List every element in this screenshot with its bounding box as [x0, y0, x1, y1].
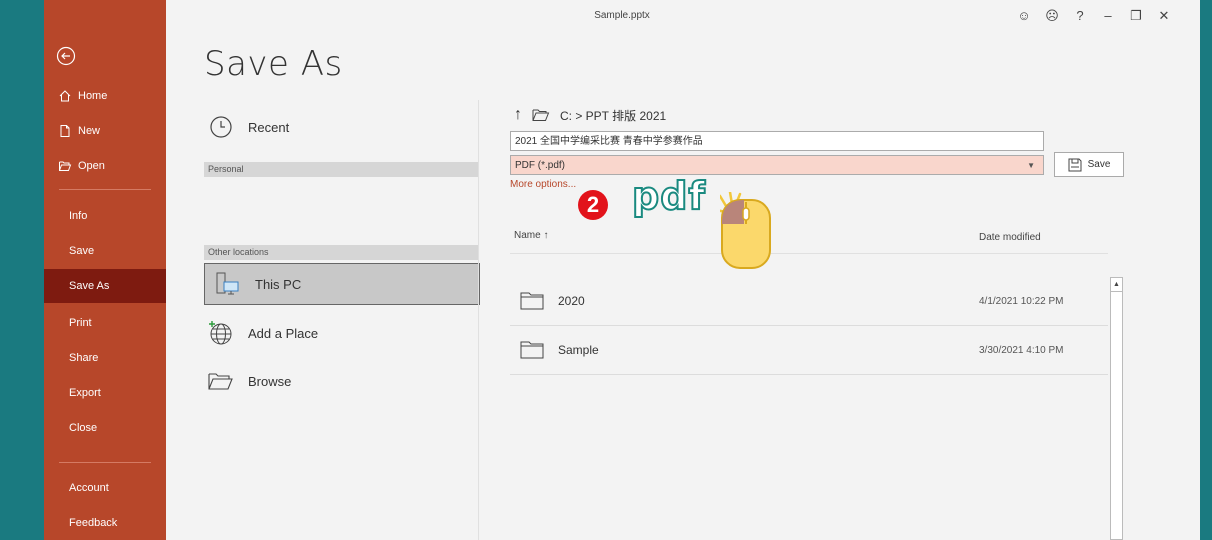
breadcrumb: ↑ C: > PPT 排版 2021	[514, 106, 666, 124]
location-add-place[interactable]: Add a Place	[206, 313, 318, 353]
smile-feedback-icon[interactable]: ☺	[1010, 6, 1038, 26]
nav-info[interactable]: Info	[44, 199, 166, 233]
save-button[interactable]: Save	[1054, 152, 1124, 177]
section-personal: Personal	[204, 162, 478, 177]
file-row[interactable]: 2020 4/1/2021 10:22 PM	[510, 278, 1108, 326]
location-recent-label: Recent	[248, 119, 290, 135]
computer-icon	[213, 269, 243, 299]
column-divider	[478, 100, 479, 540]
home-icon	[59, 90, 71, 102]
section-other-locations: Other locations	[204, 245, 478, 260]
nav-export[interactable]: Export	[44, 376, 166, 410]
nav-divider	[59, 462, 151, 463]
nav-home-label: Home	[78, 90, 108, 102]
filetype-select[interactable]: PDF (*.pdf) ▼	[510, 155, 1044, 175]
nav-close[interactable]: Close	[44, 411, 166, 445]
scroll-up-icon[interactable]: ▲	[1111, 278, 1122, 292]
clock-icon	[206, 112, 236, 142]
new-document-icon	[60, 125, 70, 138]
folder-icon	[520, 341, 544, 359]
location-browse[interactable]: Browse	[206, 361, 291, 401]
nav-new[interactable]: New	[44, 114, 166, 148]
file-name: 2020	[558, 294, 585, 308]
backstage-nav: Home New Open Info Save Save As Print Sh…	[44, 0, 166, 540]
file-date: 4/1/2021 10:22 PM	[979, 296, 1064, 307]
chevron-down-icon: ▼	[1027, 161, 1035, 170]
powerpoint-window: Home New Open Info Save Save As Print Sh…	[44, 0, 1200, 540]
minimize-button[interactable]: –	[1094, 6, 1122, 26]
nav-print[interactable]: Print	[44, 306, 166, 340]
browse-folder-icon	[206, 366, 236, 396]
nav-new-label: New	[78, 125, 101, 137]
nav-home[interactable]: Home	[44, 79, 166, 113]
page-title: Save As	[204, 44, 343, 84]
add-place-globe-icon	[206, 318, 236, 348]
save-icon	[1068, 158, 1082, 171]
step-badge: 2	[578, 190, 608, 220]
file-row[interactable]: Sample 3/30/2021 4:10 PM	[510, 327, 1108, 375]
nav-open[interactable]: Open	[44, 149, 166, 183]
title-bar-controls: ☺ ☹ ? – ❐ ✕	[1010, 6, 1178, 26]
save-button-label: Save	[1087, 159, 1111, 170]
file-name: Sample	[558, 343, 599, 357]
nav-account[interactable]: Account	[44, 471, 166, 505]
help-icon[interactable]: ?	[1066, 6, 1094, 26]
column-header-date[interactable]: Date modified	[979, 232, 1041, 243]
open-folder-icon	[59, 161, 72, 172]
back-arrow-icon[interactable]	[56, 46, 76, 66]
nav-save[interactable]: Save	[44, 234, 166, 268]
location-add-place-label: Add a Place	[248, 325, 319, 341]
nav-save-as[interactable]: Save As	[44, 269, 166, 303]
nav-divider	[59, 189, 151, 190]
folder-icon	[532, 109, 550, 121]
folder-icon	[520, 292, 544, 310]
more-options-link[interactable]: More options...	[510, 179, 576, 190]
filetype-value: PDF (*.pdf)	[515, 160, 566, 171]
scrollbar[interactable]: ▲	[1110, 277, 1123, 540]
nav-feedback[interactable]: Feedback	[44, 506, 166, 540]
breadcrumb-path[interactable]: C: > PPT 排版 2021	[560, 107, 666, 124]
location-this-pc[interactable]: This PC	[204, 263, 480, 305]
nav-share[interactable]: Share	[44, 341, 166, 375]
annotation-text: pdf	[631, 173, 706, 219]
close-button[interactable]: ✕	[1150, 6, 1178, 26]
mouse-click-icon	[720, 192, 771, 269]
location-browse-label: Browse	[248, 373, 292, 389]
location-recent[interactable]: Recent	[206, 107, 289, 147]
column-header-name[interactable]: Name ↑	[514, 230, 548, 241]
up-arrow-icon[interactable]: ↑	[514, 106, 522, 124]
location-this-pc-label: This PC	[255, 276, 302, 292]
header-divider	[510, 253, 1108, 254]
nav-open-label: Open	[78, 160, 105, 172]
frown-feedback-icon[interactable]: ☹	[1038, 6, 1066, 26]
restore-button[interactable]: ❐	[1122, 6, 1150, 26]
filename-input[interactable]: 2021 全国中学编采比赛 青春中学参赛作品	[510, 131, 1044, 151]
file-date: 3/30/2021 4:10 PM	[979, 345, 1064, 356]
